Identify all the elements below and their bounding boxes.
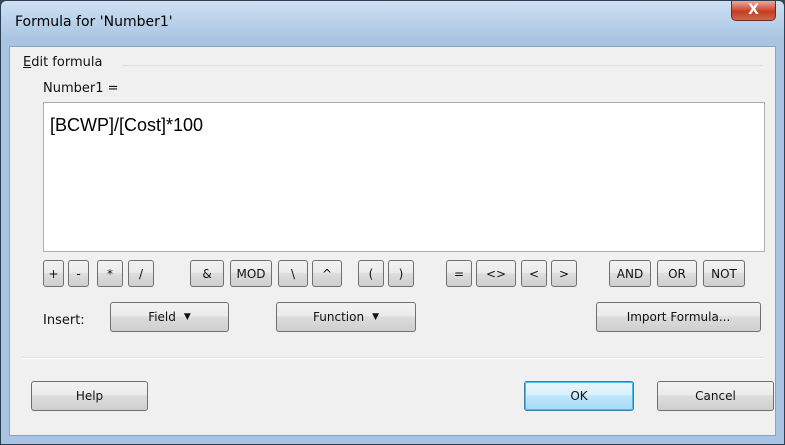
chevron-down-icon: ▼ (183, 312, 191, 322)
operator-less-than-button[interactable]: < (521, 260, 547, 287)
edit-formula-group-label: Edit formula (23, 55, 102, 70)
insert-label: Insert: (43, 313, 85, 328)
title-bar[interactable]: Formula for 'Number1' X (1, 1, 784, 47)
formula-textarea[interactable]: [BCWP]/[Cost]*100 (43, 102, 765, 252)
operator-greater-than-button[interactable]: > (551, 260, 577, 287)
insert-field-button[interactable]: Field ▼ (110, 302, 229, 332)
operator-open-paren-button[interactable]: ( (358, 260, 384, 287)
group-label-text: dit formula (31, 55, 103, 70)
group-divider (122, 65, 763, 66)
operator-equals-button[interactable]: = (446, 260, 472, 287)
operator-not-button[interactable]: NOT (703, 260, 745, 287)
close-button[interactable]: X (731, 1, 776, 21)
dialog-body: Edit formula Number1 = [BCWP]/[Cost]*100… (9, 46, 776, 436)
import-formula-button[interactable]: Import Formula... (596, 302, 761, 332)
field-name-label: Number1 = (43, 81, 119, 96)
operator-or-button[interactable]: OR (657, 260, 697, 287)
close-icon: X (748, 2, 759, 18)
insert-function-button[interactable]: Function ▼ (276, 302, 416, 332)
operator-int-divide-button[interactable]: \ (278, 260, 308, 287)
operator-concat-button[interactable]: & (190, 260, 224, 287)
accelerator-key: E (23, 55, 32, 70)
cancel-button[interactable]: Cancel (657, 381, 774, 411)
operator-divide-button[interactable]: / (128, 260, 154, 287)
insert-field-label: Field (148, 310, 176, 324)
chevron-down-icon: ▼ (372, 312, 379, 322)
operator-close-paren-button[interactable]: ) (388, 260, 414, 287)
operator-plus-button[interactable]: + (43, 260, 64, 287)
insert-function-label: Function (313, 310, 365, 324)
operator-minus-button[interactable]: - (68, 260, 89, 287)
operator-mod-button[interactable]: MOD (230, 260, 272, 287)
dialog-title: Formula for 'Number1' (15, 14, 173, 30)
footer-divider (22, 357, 763, 359)
operator-multiply-button[interactable]: * (97, 260, 123, 287)
help-button[interactable]: Help (31, 381, 148, 411)
ok-button[interactable]: OK (524, 381, 634, 411)
formula-dialog: Formula for 'Number1' X Edit formula Num… (0, 0, 785, 445)
operator-and-button[interactable]: AND (609, 260, 651, 287)
operator-power-button[interactable]: ^ (312, 260, 342, 287)
operator-not-equal-button[interactable]: <> (476, 260, 516, 287)
